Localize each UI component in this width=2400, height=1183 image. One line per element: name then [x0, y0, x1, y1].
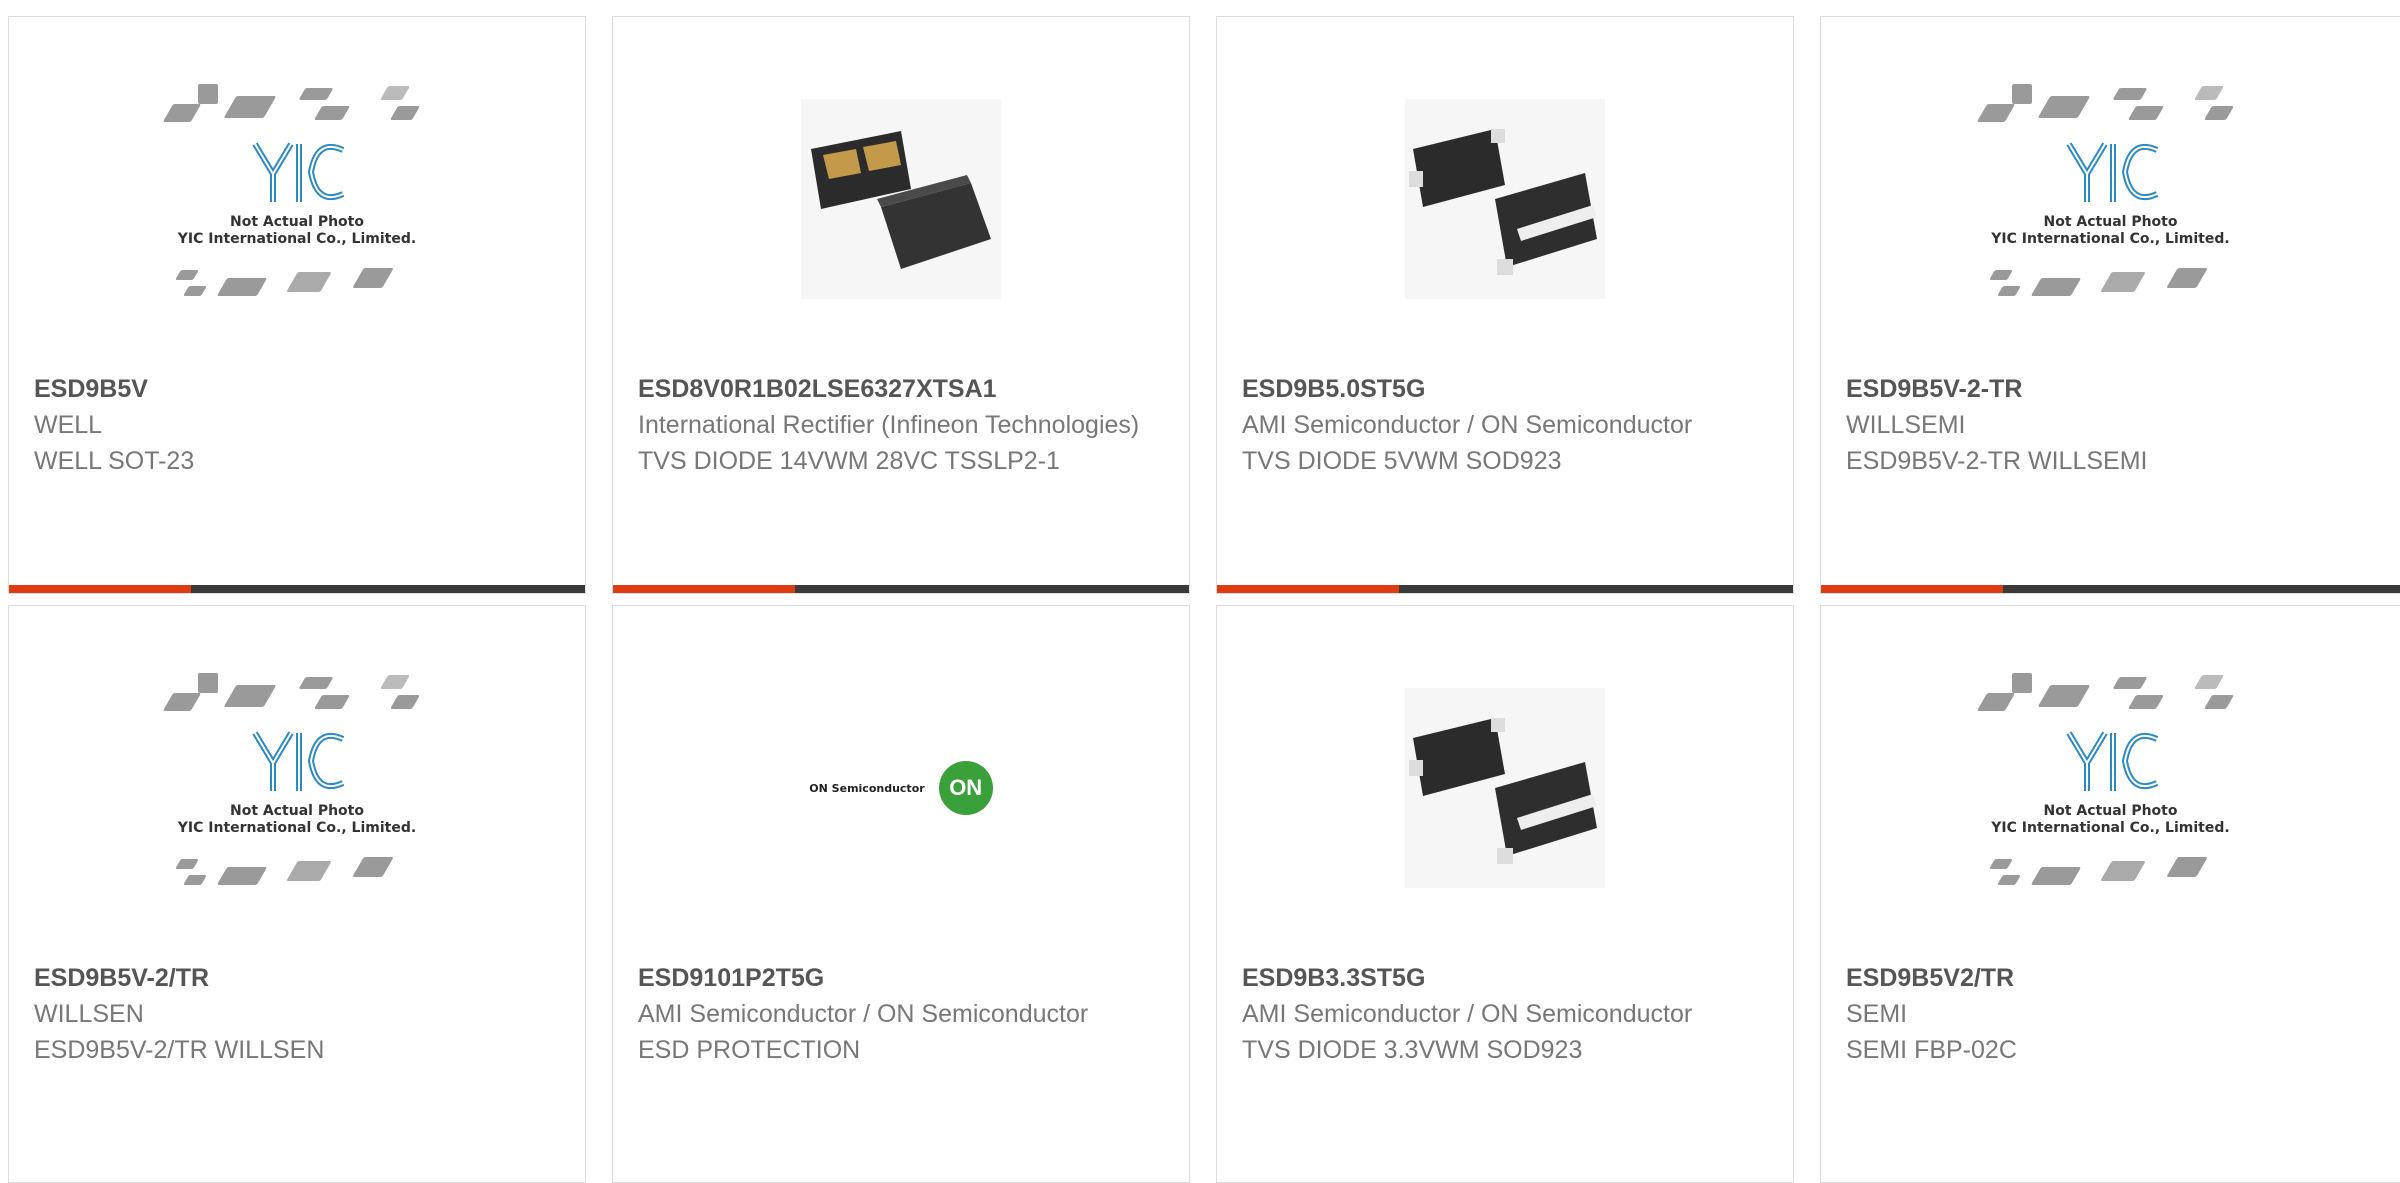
part-number[interactable]: ESD9101P2T5G — [638, 960, 1169, 996]
placeholder-note: Not Actual Photo YIC International Co., … — [177, 803, 417, 836]
product-image[interactable] — [1217, 99, 1793, 299]
description: TVS DIODE 14VWM 28VC TSSLP2-1 — [638, 447, 1060, 475]
placeholder-note: Not Actual Photo YIC International Co., … — [177, 214, 417, 247]
product-card[interactable]: ESD9B3.3ST5G AMI Semiconductor / ON Semi… — [1216, 605, 1794, 1183]
manufacturer: WELL — [34, 411, 103, 439]
description: WELL SOT-23 — [34, 447, 195, 475]
part-number[interactable]: ESD8V0R1B02LSE6327XTSA1 — [638, 371, 1169, 407]
manufacturer: WILLSEMI — [1846, 411, 1966, 439]
description: SEMI FBP-02C — [1846, 1036, 2017, 1064]
placeholder-note: Not Actual Photo YIC International Co., … — [1991, 803, 2230, 836]
on-semiconductor-logo: ON Semiconductor ON — [809, 761, 993, 815]
card-bottom-bar — [613, 585, 1189, 593]
placeholder-image: Not Actual Photo YIC International Co., … — [1976, 673, 2246, 903]
description: ESD9B5V-2/TR WILLSEN — [34, 1036, 325, 1064]
description: ESD9B5V-2-TR WILLSEMI — [1846, 447, 2148, 475]
chip-icons — [162, 264, 432, 314]
description: TVS DIODE 5VWM SOD923 — [1242, 447, 1562, 475]
product-card[interactable]: Not Actual Photo YIC International Co., … — [1820, 605, 2400, 1183]
part-number[interactable]: ESD9B3.3ST5G — [1242, 960, 1773, 996]
product-card[interactable]: Not Actual Photo YIC International Co., … — [1820, 16, 2400, 594]
product-grid: Not Actual Photo YIC International Co., … — [0, 0, 2400, 1183]
product-card[interactable]: Not Actual Photo YIC International Co., … — [8, 16, 586, 594]
product-card[interactable]: ESD9B5.0ST5G AMI Semiconductor / ON Semi… — [1216, 16, 1794, 594]
description: ESD PROTECTION — [638, 1036, 861, 1064]
placeholder-image: Not Actual Photo YIC International Co., … — [1976, 84, 2246, 314]
product-image[interactable]: Not Actual Photo YIC International Co., … — [9, 84, 585, 299]
product-image[interactable] — [613, 99, 1189, 299]
chip-icons — [162, 853, 432, 903]
placeholder-note: Not Actual Photo YIC International Co., … — [1991, 214, 2230, 247]
manufacturer: AMI Semiconductor / ON Semiconductor — [1242, 1000, 1693, 1028]
product-image[interactable]: Not Actual Photo YIC International Co., … — [1821, 84, 2400, 299]
chip-icons — [1976, 264, 2246, 314]
product-card[interactable]: ESD8V0R1B02LSE6327XTSA1 International Re… — [612, 16, 1190, 594]
placeholder-image: Not Actual Photo YIC International Co., … — [162, 673, 432, 903]
yic-logo-icon — [1976, 725, 2246, 800]
part-number[interactable]: ESD9B5V — [34, 371, 565, 407]
part-number[interactable]: ESD9B5V-2/TR — [34, 960, 565, 996]
tsslp-package-photo — [801, 99, 1001, 299]
sod923-package-photo — [1405, 99, 1605, 299]
product-image[interactable]: ON Semiconductor ON — [613, 688, 1189, 888]
manufacturer: SEMI — [1846, 1000, 1908, 1028]
product-image[interactable] — [1217, 688, 1793, 888]
part-number[interactable]: ESD9B5V2/TR — [1846, 960, 2380, 996]
manufacturer: WILLSEN — [34, 1000, 144, 1028]
product-card[interactable]: ON Semiconductor ON ESD9101P2T5G AMI Sem… — [612, 605, 1190, 1183]
chip-icons — [162, 673, 432, 723]
chip-icons — [1976, 673, 2246, 723]
manufacturer: AMI Semiconductor / ON Semiconductor — [638, 1000, 1089, 1028]
part-number[interactable]: ESD9B5V-2-TR — [1846, 371, 2380, 407]
part-number[interactable]: ESD9B5.0ST5G — [1242, 371, 1773, 407]
yic-logo-icon — [1976, 136, 2246, 211]
product-image[interactable]: Not Actual Photo YIC International Co., … — [9, 673, 585, 888]
manufacturer: International Rectifier (Infineon Techno… — [638, 411, 1140, 439]
chip-icons — [1976, 84, 2246, 134]
chip-icons — [162, 84, 432, 134]
sod923-package-photo — [1405, 688, 1605, 888]
placeholder-image: Not Actual Photo YIC International Co., … — [162, 84, 432, 314]
card-bottom-bar — [1217, 585, 1793, 593]
card-bottom-bar — [1821, 585, 2400, 593]
yic-logo-icon — [162, 725, 432, 800]
card-bottom-bar — [9, 585, 585, 593]
chip-icons — [1976, 853, 2246, 903]
product-card[interactable]: Not Actual Photo YIC International Co., … — [8, 605, 586, 1183]
manufacturer: AMI Semiconductor / ON Semiconductor — [1242, 411, 1693, 439]
product-image[interactable]: Not Actual Photo YIC International Co., … — [1821, 673, 2400, 888]
yic-logo-icon — [162, 136, 432, 211]
description: TVS DIODE 3.3VWM SOD923 — [1242, 1036, 1583, 1064]
